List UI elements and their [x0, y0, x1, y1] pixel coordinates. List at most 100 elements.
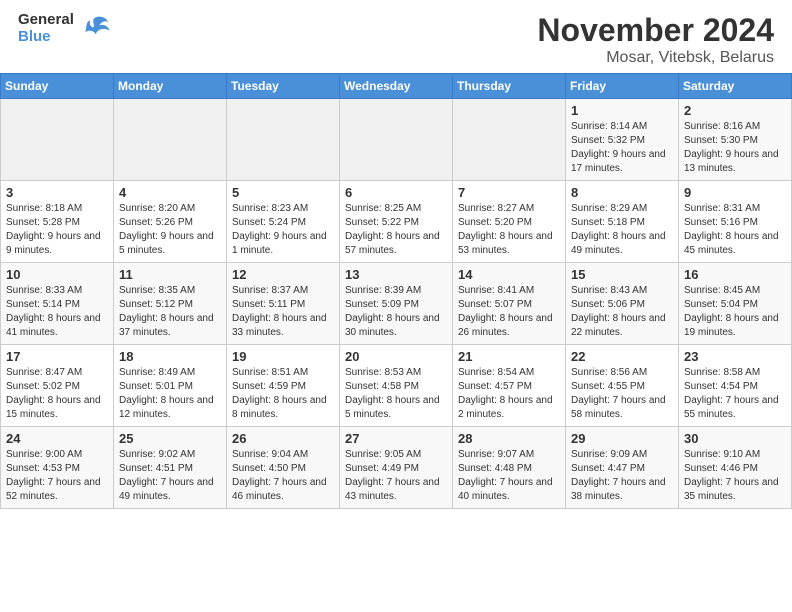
- day-info: Sunrise: 8:35 AM Sunset: 5:12 PM Dayligh…: [119, 284, 221, 340]
- calendar-cell: 19 Sunrise: 8:51 AM Sunset: 4:59 PM Dayli…: [227, 345, 340, 427]
- calendar-cell: 29 Sunrise: 9:09 AM Sunset: 4:47 PM Dayli…: [566, 427, 679, 509]
- calendar-cell: 25 Sunrise: 9:02 AM Sunset: 4:51 PM Dayli…: [114, 427, 227, 509]
- day-info: Sunrise: 8:58 AM Sunset: 4:54 PM Dayligh…: [684, 366, 786, 422]
- day-number: 19: [232, 349, 334, 364]
- calendar-week-row: 24Sunrise: 9:00 AM Sunset: 4:53 PM Dayli…: [1, 427, 792, 509]
- calendar-cell: [227, 99, 340, 181]
- day-info: Sunrise: 8:18 AM Sunset: 5:28 PM Dayligh…: [6, 202, 108, 258]
- calendar-cell: 28 Sunrise: 9:07 AM Sunset: 4:48 PM Dayli…: [453, 427, 566, 509]
- day-number: 29: [571, 431, 673, 446]
- day-info: Sunrise: 9:00 AM Sunset: 4:53 PM Dayligh…: [6, 448, 108, 504]
- calendar-cell: 27 Sunrise: 9:05 AM Sunset: 4:49 PM Dayli…: [340, 427, 453, 509]
- calendar-cell: 26Sunrise: 9:04 AM Sunset: 4:50 PM Dayli…: [227, 427, 340, 509]
- calendar-cell: 16Sunrise: 8:45 AM Sunset: 5:04 PM Dayli…: [679, 263, 792, 345]
- day-number: 13: [345, 267, 447, 282]
- day-number: 3: [6, 185, 108, 200]
- sub-title: Mosar, Vitebsk, Belarus: [537, 49, 774, 67]
- day-info: Sunrise: 8:23 AM Sunset: 5:24 PM Dayligh…: [232, 202, 334, 258]
- day-number: 18: [119, 349, 221, 364]
- calendar-cell: [114, 99, 227, 181]
- calendar-week-row: 17 Sunrise: 8:47 AM Sunset: 5:02 PM Dayli…: [1, 345, 792, 427]
- title-block: November 2024 Mosar, Vitebsk, Belarus: [537, 12, 774, 67]
- calendar-cell: 7 Sunrise: 8:27 AM Sunset: 5:20 PM Daylig…: [453, 181, 566, 263]
- day-info: Sunrise: 8:14 AM Sunset: 5:32 PM Dayligh…: [571, 120, 673, 176]
- day-info: Sunrise: 9:09 AM Sunset: 4:47 PM Dayligh…: [571, 448, 673, 504]
- day-info: Sunrise: 8:47 AM Sunset: 5:02 PM Dayligh…: [6, 366, 108, 422]
- day-number: 8: [571, 185, 673, 200]
- day-info: Sunrise: 9:05 AM Sunset: 4:49 PM Dayligh…: [345, 448, 447, 504]
- weekday-header: Thursday: [453, 74, 566, 99]
- day-number: 10: [6, 267, 108, 282]
- day-number: 2: [684, 103, 786, 118]
- day-number: 5: [232, 185, 334, 200]
- day-info: Sunrise: 8:41 AM Sunset: 5:07 PM Dayligh…: [458, 284, 560, 340]
- day-info: Sunrise: 8:27 AM Sunset: 5:20 PM Dayligh…: [458, 202, 560, 258]
- calendar-cell: 3 Sunrise: 8:18 AM Sunset: 5:28 PM Daylig…: [1, 181, 114, 263]
- day-info: Sunrise: 8:43 AM Sunset: 5:06 PM Dayligh…: [571, 284, 673, 340]
- calendar-cell: 20 Sunrise: 8:53 AM Sunset: 4:58 PM Dayli…: [340, 345, 453, 427]
- calendar-cell: 5 Sunrise: 8:23 AM Sunset: 5:24 PM Daylig…: [227, 181, 340, 263]
- day-number: 27: [345, 431, 447, 446]
- calendar-cell: 15 Sunrise: 8:43 AM Sunset: 5:06 PM Dayli…: [566, 263, 679, 345]
- day-info: Sunrise: 8:49 AM Sunset: 5:01 PM Dayligh…: [119, 366, 221, 422]
- weekday-header: Monday: [114, 74, 227, 99]
- weekday-header: Saturday: [679, 74, 792, 99]
- day-info: Sunrise: 9:07 AM Sunset: 4:48 PM Dayligh…: [458, 448, 560, 504]
- calendar-header-row: SundayMondayTuesdayWednesdayThursdayFrid…: [1, 74, 792, 99]
- day-info: Sunrise: 8:39 AM Sunset: 5:09 PM Dayligh…: [345, 284, 447, 340]
- day-number: 1: [571, 103, 673, 118]
- calendar-cell: 12Sunrise: 8:37 AM Sunset: 5:11 PM Dayli…: [227, 263, 340, 345]
- calendar-cell: 1 Sunrise: 8:14 AM Sunset: 5:32 PM Daylig…: [566, 99, 679, 181]
- day-number: 9: [684, 185, 786, 200]
- calendar-cell: 21Sunrise: 8:54 AM Sunset: 4:57 PM Dayli…: [453, 345, 566, 427]
- day-info: Sunrise: 8:53 AM Sunset: 4:58 PM Dayligh…: [345, 366, 447, 422]
- day-info: Sunrise: 9:02 AM Sunset: 4:51 PM Dayligh…: [119, 448, 221, 504]
- logo-blue: Blue: [18, 29, 74, 46]
- day-info: Sunrise: 8:16 AM Sunset: 5:30 PM Dayligh…: [684, 120, 786, 176]
- day-number: 16: [684, 267, 786, 282]
- calendar-cell: 30 Sunrise: 9:10 AM Sunset: 4:46 PM Dayli…: [679, 427, 792, 509]
- calendar-cell: 17 Sunrise: 8:47 AM Sunset: 5:02 PM Dayli…: [1, 345, 114, 427]
- calendar-cell: 14 Sunrise: 8:41 AM Sunset: 5:07 PM Dayli…: [453, 263, 566, 345]
- day-number: 17: [6, 349, 108, 364]
- main-title: November 2024: [537, 12, 774, 49]
- day-number: 6: [345, 185, 447, 200]
- day-info: Sunrise: 8:20 AM Sunset: 5:26 PM Dayligh…: [119, 202, 221, 258]
- day-number: 14: [458, 267, 560, 282]
- day-number: 7: [458, 185, 560, 200]
- day-number: 22: [571, 349, 673, 364]
- calendar-table: SundayMondayTuesdayWednesdayThursdayFrid…: [0, 73, 792, 509]
- day-info: Sunrise: 8:56 AM Sunset: 4:55 PM Dayligh…: [571, 366, 673, 422]
- day-number: 25: [119, 431, 221, 446]
- calendar-week-row: 10 Sunrise: 8:33 AM Sunset: 5:14 PM Dayli…: [1, 263, 792, 345]
- weekday-header: Friday: [566, 74, 679, 99]
- day-number: 26: [232, 431, 334, 446]
- day-number: 20: [345, 349, 447, 364]
- calendar-cell: 22 Sunrise: 8:56 AM Sunset: 4:55 PM Dayli…: [566, 345, 679, 427]
- day-number: 28: [458, 431, 560, 446]
- day-info: Sunrise: 8:51 AM Sunset: 4:59 PM Dayligh…: [232, 366, 334, 422]
- weekday-header: Sunday: [1, 74, 114, 99]
- weekday-header: Wednesday: [340, 74, 453, 99]
- logo: General Blue: [18, 12, 110, 45]
- day-number: 15: [571, 267, 673, 282]
- day-info: Sunrise: 8:33 AM Sunset: 5:14 PM Dayligh…: [6, 284, 108, 340]
- page-header: General Blue November 2024 Mosar, Vitebs…: [0, 0, 792, 73]
- day-info: Sunrise: 8:25 AM Sunset: 5:22 PM Dayligh…: [345, 202, 447, 258]
- calendar-cell: 2 Sunrise: 8:16 AM Sunset: 5:30 PM Daylig…: [679, 99, 792, 181]
- logo-bird-icon: [78, 15, 110, 43]
- day-number: 23: [684, 349, 786, 364]
- day-number: 21: [458, 349, 560, 364]
- day-number: 4: [119, 185, 221, 200]
- day-info: Sunrise: 8:37 AM Sunset: 5:11 PM Dayligh…: [232, 284, 334, 340]
- weekday-header: Tuesday: [227, 74, 340, 99]
- calendar-cell: [1, 99, 114, 181]
- calendar-cell: 10 Sunrise: 8:33 AM Sunset: 5:14 PM Dayli…: [1, 263, 114, 345]
- day-info: Sunrise: 9:10 AM Sunset: 4:46 PM Dayligh…: [684, 448, 786, 504]
- calendar-cell: 8Sunrise: 8:29 AM Sunset: 5:18 PM Daylig…: [566, 181, 679, 263]
- day-number: 11: [119, 267, 221, 282]
- calendar-cell: 24Sunrise: 9:00 AM Sunset: 4:53 PM Dayli…: [1, 427, 114, 509]
- calendar-week-row: 1 Sunrise: 8:14 AM Sunset: 5:32 PM Daylig…: [1, 99, 792, 181]
- day-number: 30: [684, 431, 786, 446]
- calendar-cell: 11 Sunrise: 8:35 AM Sunset: 5:12 PM Dayli…: [114, 263, 227, 345]
